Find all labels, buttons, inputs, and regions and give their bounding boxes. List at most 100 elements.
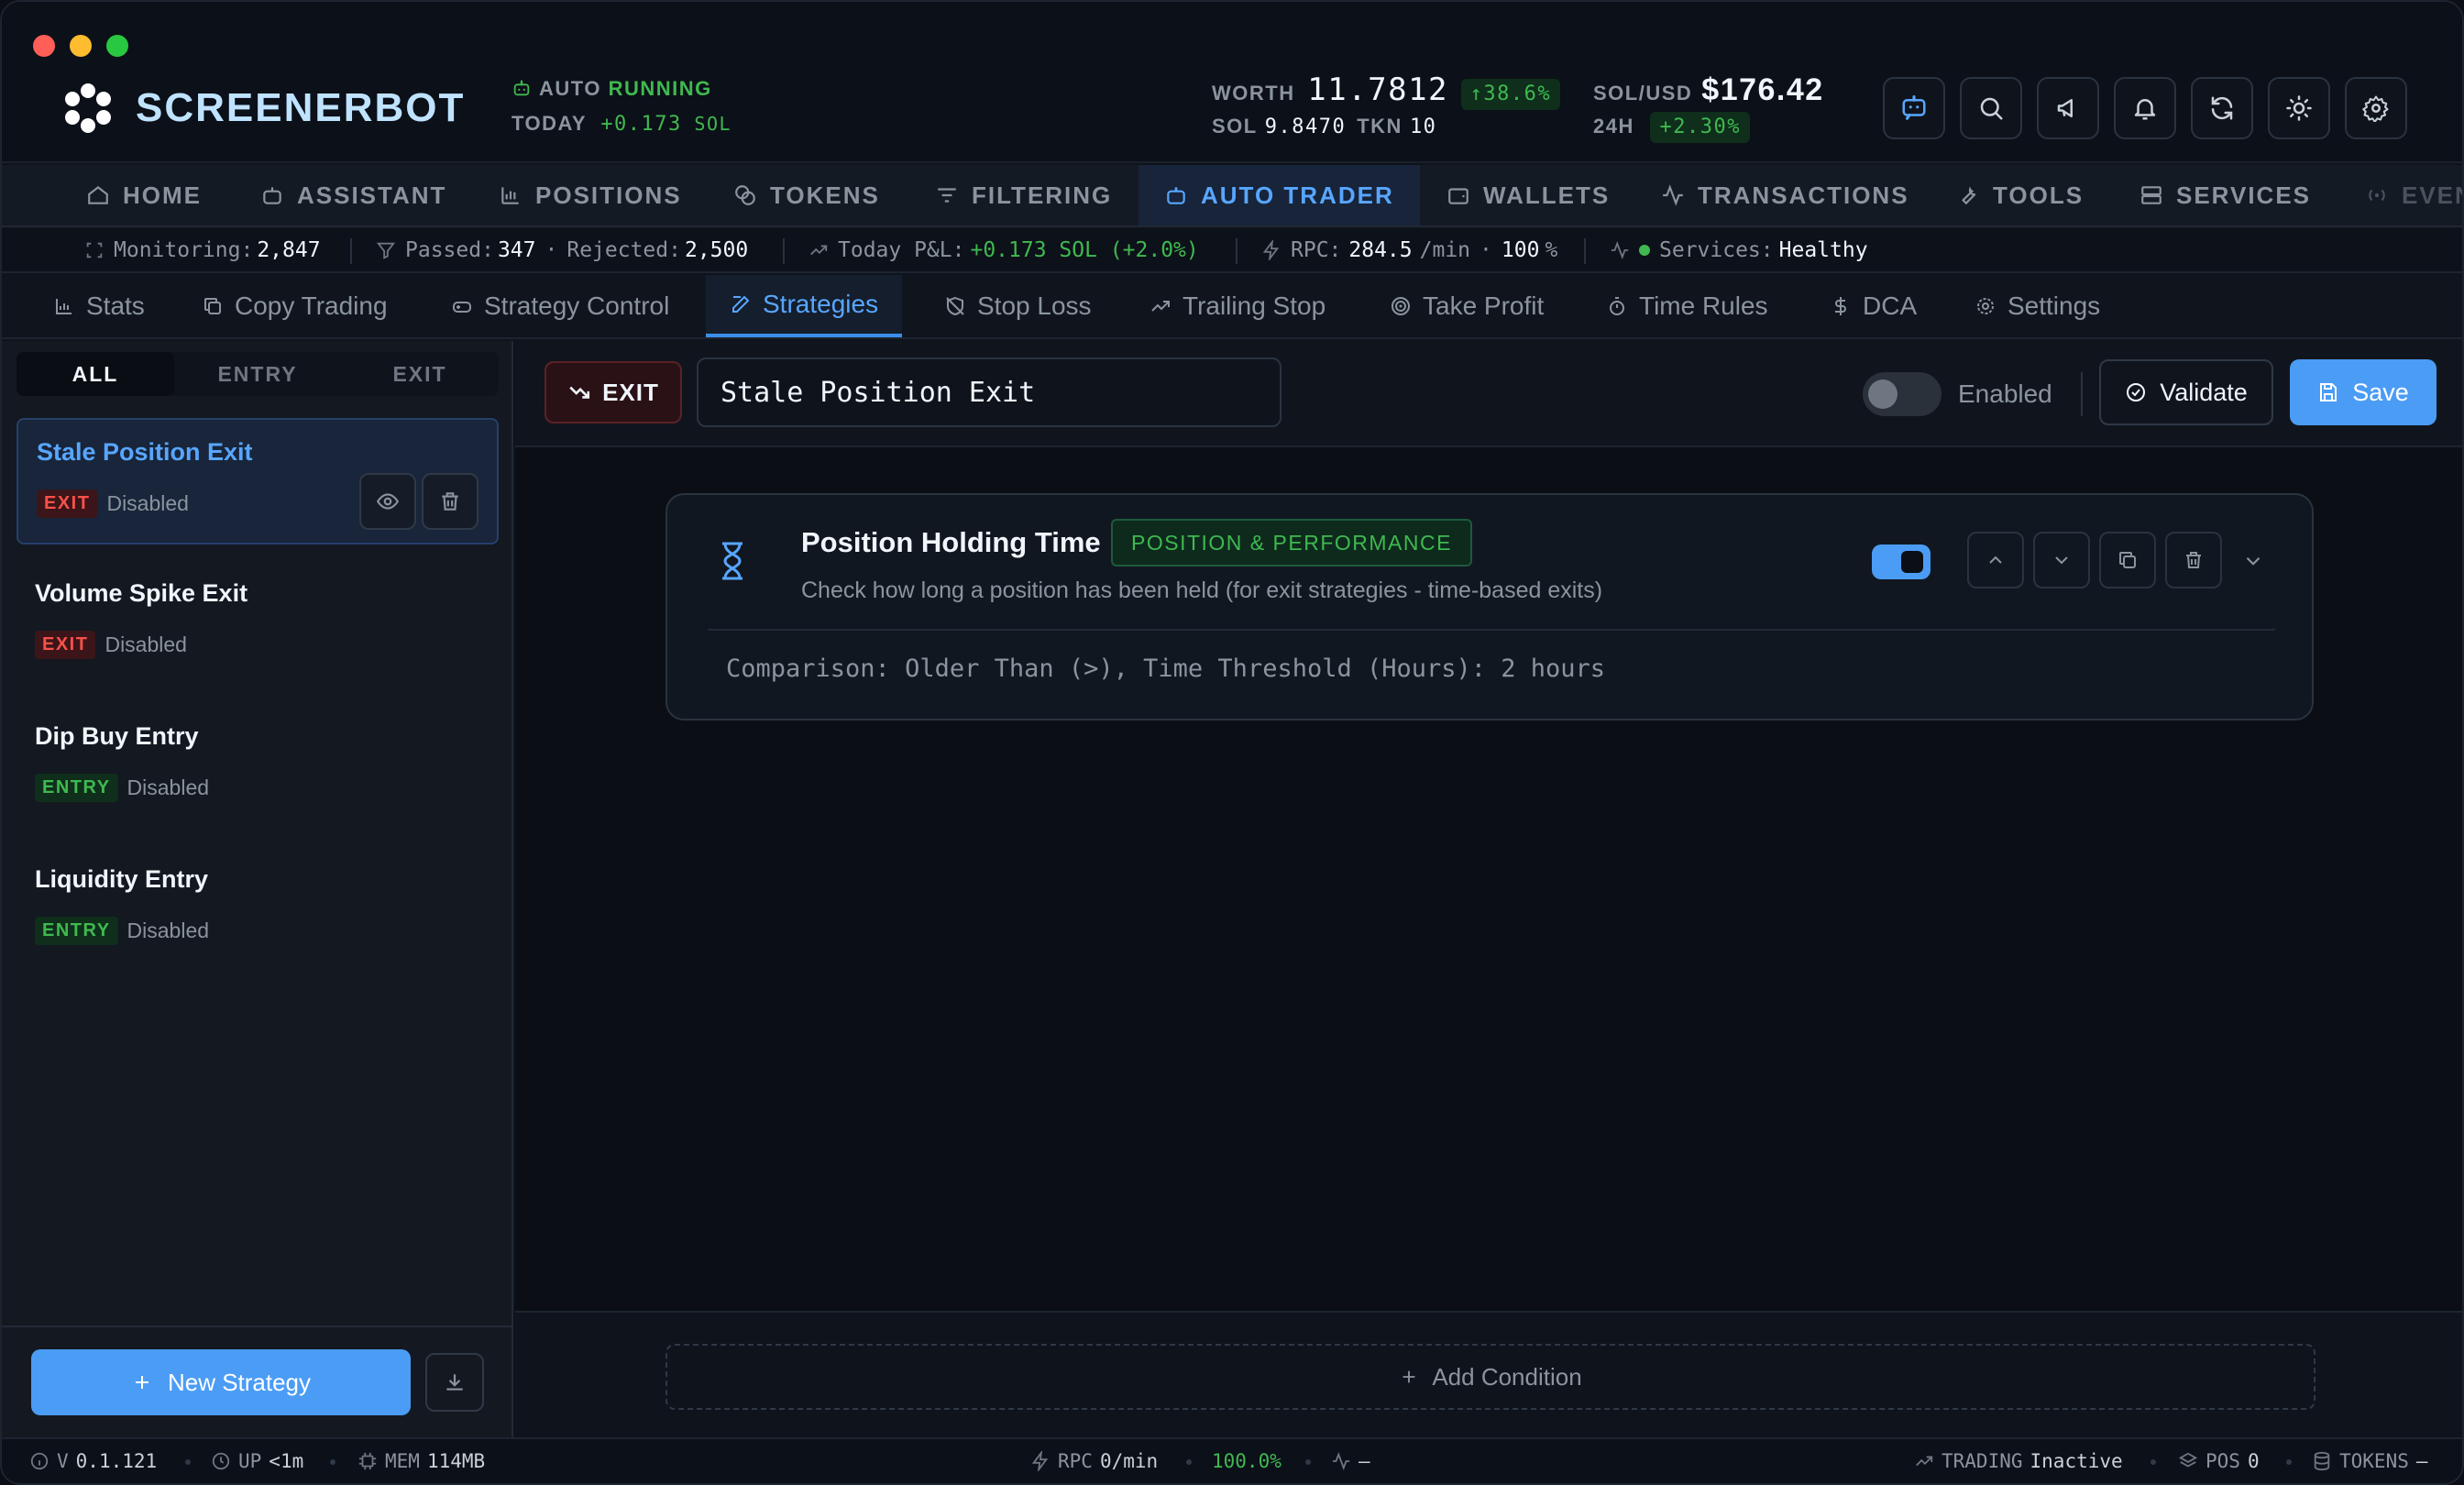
nav-label: TRANSACTIONS	[1698, 181, 1909, 209]
nav-services[interactable]: SERVICES	[2136, 165, 2315, 226]
home-icon	[88, 185, 108, 204]
nav-wallets[interactable]: WALLETS	[1443, 165, 1613, 226]
nav-assistant[interactable]: ASSISTANT	[257, 165, 450, 226]
preview-button[interactable]	[359, 473, 416, 530]
validate-button[interactable]: Validate	[2099, 359, 2273, 425]
move-down-button[interactable]	[2033, 532, 2090, 588]
version-value: 0.1.121	[75, 1450, 158, 1472]
activity-icon	[1332, 1452, 1350, 1470]
theme-toggle-button[interactable]	[2268, 77, 2330, 139]
mem-label: MEM	[385, 1450, 420, 1472]
type-filter: ALL ENTRY EXIT	[16, 352, 499, 396]
nav-tools[interactable]: TOOLS	[1952, 165, 2087, 226]
bot-icon	[513, 80, 530, 96]
search-button[interactable]	[1960, 77, 2022, 139]
info-icon	[30, 1452, 49, 1470]
assistant-button[interactable]	[1883, 77, 1945, 139]
add-condition-button[interactable]: Add Condition	[666, 1344, 2316, 1410]
remove-condition-button[interactable]	[2165, 532, 2222, 588]
notifications-button[interactable]	[2114, 77, 2176, 139]
tab-dca[interactable]: DCA	[1826, 275, 1920, 337]
nav-events[interactable]: EVEN	[2361, 165, 2462, 226]
move-up-button[interactable]	[1967, 532, 2024, 588]
enabled-toggle[interactable]	[1863, 372, 1942, 416]
refresh-button[interactable]	[2191, 77, 2253, 139]
status-text: Disabled	[104, 632, 187, 656]
tab-stats[interactable]: Stats	[50, 275, 148, 337]
nav-tokens[interactable]: TOKENS	[730, 165, 884, 226]
separator-dot	[185, 1459, 191, 1465]
services-value: Healthy	[1778, 238, 1868, 262]
sub-tabs: Stats Copy Trading Strategy Control Stra…	[2, 275, 2462, 339]
sol-24h-change: 24H +2.30%	[1593, 110, 1750, 143]
tab-copy-trading[interactable]: Copy Trading	[198, 275, 391, 337]
close-window-button[interactable]	[33, 35, 55, 57]
filter-exit[interactable]: EXIT	[341, 352, 499, 396]
divider	[2081, 372, 2083, 416]
tab-strategy-control[interactable]: Strategy Control	[447, 275, 673, 337]
edit-icon	[732, 295, 750, 313]
import-button[interactable]	[425, 1353, 484, 1412]
top-header: SCREENERBOT AUTO RUNNING TODAY +0.173 SO…	[2, 2, 2462, 163]
filter-all[interactable]: ALL	[16, 352, 174, 396]
settings-button[interactable]	[2345, 77, 2407, 139]
strategy-card[interactable]: Stale Position Exit EXIT Disabled	[16, 418, 499, 544]
nav-label: WALLETS	[1483, 181, 1611, 209]
strategy-card[interactable]: Volume Spike Exit EXIT Disabled	[16, 561, 499, 688]
minimize-window-button[interactable]	[70, 35, 92, 57]
eye-icon	[376, 493, 400, 510]
rpc-pct-unit: %	[1545, 238, 1558, 262]
zap-icon	[1031, 1451, 1049, 1471]
dollar-icon	[1835, 297, 1846, 315]
services-label: Services:	[1659, 238, 1774, 262]
nav-positions[interactable]: POSITIONS	[495, 165, 686, 226]
divider	[350, 238, 352, 264]
new-strategy-button[interactable]: New Strategy	[31, 1349, 411, 1415]
type-badge: ENTRY	[35, 774, 118, 802]
solusd-label: SOL/USD	[1593, 82, 1693, 104]
type-badge: EXIT	[37, 490, 98, 518]
nav-auto-trader[interactable]: AUTO TRADER	[1138, 165, 1420, 226]
nav-transactions[interactable]: TRANSACTIONS	[1657, 165, 1913, 226]
tab-stop-loss[interactable]: Stop Loss	[940, 275, 1095, 337]
filter-entry[interactable]: ENTRY	[179, 352, 336, 396]
tab-label: Time Rules	[1639, 292, 1768, 320]
gear-icon	[2362, 95, 2389, 122]
strategy-type-button[interactable]: EXIT	[544, 361, 682, 424]
sun-icon	[2286, 95, 2312, 121]
strategy-card[interactable]: Liquidity Entry ENTRY Disabled	[16, 847, 499, 974]
strategy-name-input[interactable]: Stale Position Exit	[697, 358, 1282, 427]
save-label: Save	[2352, 378, 2409, 406]
sidebar-footer: New Strategy	[2, 1326, 512, 1439]
trading-value: Inactive	[2030, 1450, 2123, 1472]
nav-filtering[interactable]: FILTERING	[931, 165, 1116, 226]
zap-icon	[1262, 240, 1280, 260]
condition-category-badge: POSITION & PERFORMANCE	[1111, 519, 1472, 566]
divider	[783, 238, 785, 264]
passed-rejected-stat: Passed: 347 · Rejected: 2,500	[376, 229, 748, 271]
tab-time-rules[interactable]: Time Rules	[1602, 275, 1772, 337]
announcements-button[interactable]	[2037, 77, 2099, 139]
delete-button[interactable]	[422, 473, 478, 530]
duplicate-button[interactable]	[2099, 532, 2156, 588]
tab-settings[interactable]: Settings	[1971, 275, 2104, 337]
tab-trailing-stop[interactable]: Trailing Stop	[1146, 275, 1329, 337]
rpc-stat: RPC: 284.5/min · 100%	[1261, 229, 1557, 271]
collapse-button[interactable]	[2237, 544, 2270, 578]
type-badge: ENTRY	[35, 917, 118, 945]
nav-home[interactable]: HOME	[82, 165, 205, 226]
uptime-value: <1m	[269, 1450, 304, 1472]
strategy-card[interactable]: Dip Buy Entry ENTRY Disabled	[16, 704, 499, 830]
maximize-window-button[interactable]	[106, 35, 128, 57]
status-text: Disabled	[106, 491, 189, 515]
today-pnl: TODAY +0.173 SOL	[512, 110, 732, 138]
pulse-value: –	[1358, 1450, 1370, 1472]
coins-icon	[735, 185, 755, 205]
enabled-label: Enabled	[1958, 380, 2052, 408]
tab-strategies[interactable]: Strategies	[706, 275, 903, 337]
condition-enabled-toggle[interactable]	[1872, 544, 1930, 579]
wallet-icon	[1448, 188, 1468, 204]
tab-take-profit[interactable]: Take Profit	[1386, 275, 1547, 337]
save-button[interactable]: Save	[2290, 359, 2436, 425]
joystick-icon	[453, 302, 471, 313]
